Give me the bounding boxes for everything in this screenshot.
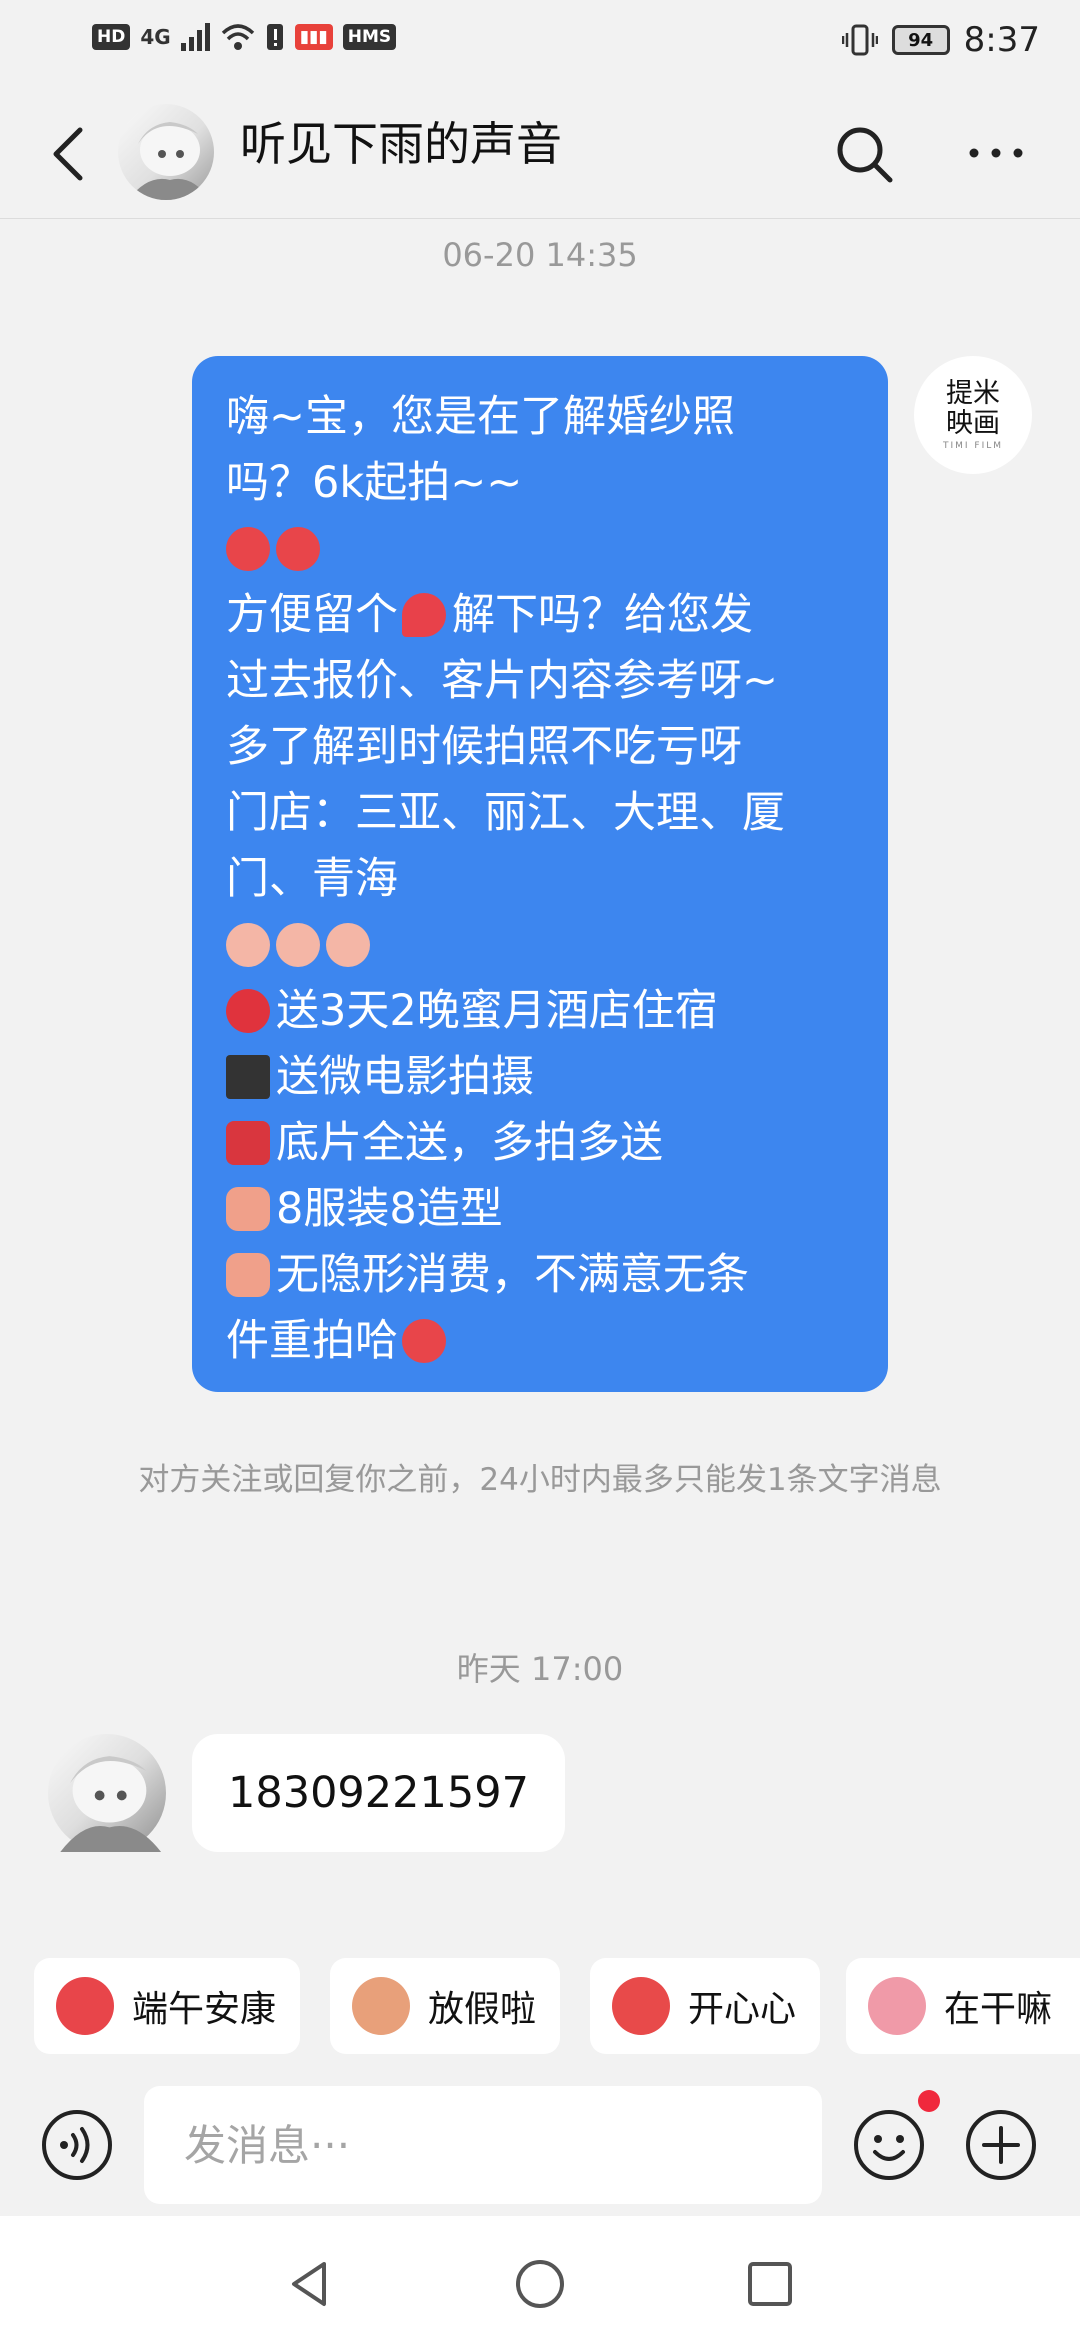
message-fragment: 件重拍哈 [226,1316,398,1366]
sent-message-bubble[interactable]: 嗨~宝，您是在了解婚纱照 吗？6k起拍~~ 方便留个 解下吗？给您发 过去报价、客… [192,356,888,1392]
emoji-icon[interactable] [852,2108,926,2182]
clap-emoji-icon [326,923,370,967]
message-line: 送3天2晚蜜月酒店住宿 [226,978,854,1044]
timestamp: 06-20 14:35 [442,236,638,274]
message-line: 多了解到时候拍照不吃亏呀 [226,722,742,772]
notification-dot [918,2090,940,2112]
received-message-bubble[interactable]: 18309221597 [192,1734,565,1852]
message-fragment: 无隐形消费，不满意无条 [276,1250,749,1300]
status-right: 94 8:37 [841,20,1040,60]
clock: 8:37 [963,20,1040,60]
search-icon[interactable] [832,122,896,186]
contact-name: 听见下雨的声音 [240,117,562,171]
battery-indicator: 94 [891,25,950,55]
avatar-figure-icon [60,1756,162,1852]
shop-avatar[interactable]: 提米 映画 TIMI FILM [914,356,1032,474]
sticker-label: 端午安康 [132,1989,277,2030]
hd-badge: HD [92,24,131,50]
shop-logo-line: 映画 [946,408,1000,439]
peach-emoji-icon [226,527,270,571]
message-line: 送微电影拍摄 [226,1044,854,1110]
sticker-label: 在干嘛 [944,1989,1053,2030]
thumbs-up-emoji-icon [226,1253,270,1297]
chat-bubble-emoji-icon [402,593,446,637]
message-line: 嗨~宝，您是在了解婚纱照 [226,392,736,442]
sticker-chip[interactable]: 放假啦 [330,1958,561,2054]
more-icon[interactable] [964,128,1028,178]
network-type: 4G [140,25,171,49]
contact-avatar[interactable] [118,104,214,200]
message-fragment: 送3天2晚蜜月酒店住宿 [276,986,718,1036]
input-bar [0,2086,1080,2216]
message-line: 件重拍哈 [226,1308,854,1374]
sticker-suggestions: 端午安康 放假啦 开心心 在干嘛 [0,1922,1080,2102]
message-line: 方便留个 解下吗？给您发 [226,582,854,648]
hms-badge: HMS [342,24,397,50]
status-bar: HD 4G ▮▮▮ HMS 94 8:37 [0,0,1080,88]
sticker-label: 放假啦 [428,1989,537,2030]
camera-emoji-icon [226,1121,270,1165]
magnifier-sticker-icon [868,1977,926,2035]
message-line: 底片全送，多拍多送 [226,1110,854,1176]
nav-back-icon[interactable] [280,2254,340,2314]
message-line: 吗？6k起拍~~ [226,458,523,508]
sticker-chip[interactable]: 开心心 [590,1958,821,2054]
avatar-figure-icon [128,122,210,200]
message-fragment: 底片全送，多拍多送 [276,1118,663,1168]
message-fragment: 解下吗？给您发 [452,590,753,640]
system-notice: 对方关注或回复你之前，24小时内最多只能发1条文字消息 [138,1462,942,1498]
message-fragment: 送微电影拍摄 [276,1052,534,1102]
message-line: 8服装8造型 [226,1176,854,1242]
clapper-board-emoji-icon [226,1055,270,1099]
nav-home-icon[interactable] [510,2254,570,2314]
system-nav-bar [0,2216,1080,2340]
message-line: 门、青海 [226,854,398,904]
shop-logo-line: 提米 [946,378,1000,409]
message-input[interactable] [144,2086,822,2204]
sticker-label: 开心心 [688,1989,797,2030]
vibrate-icon [841,24,878,56]
my-avatar[interactable] [48,1734,166,1852]
wifi-icon [221,24,254,50]
chat-header: 听见下雨的声音 [0,88,1080,219]
emoji-row [226,516,854,582]
message-fragment: 方便留个 [226,590,398,640]
pin-emoji-icon [226,989,270,1033]
message-line: 无隐形消费，不满意无条 [226,1242,854,1308]
status-left: HD 4G ▮▮▮ HMS [92,22,397,52]
thumbs-up-emoji-icon [226,1187,270,1231]
heart-sticker-icon [612,1977,670,2035]
clap-emoji-icon [276,923,320,967]
timestamp: 昨天 17:00 [456,1650,624,1688]
shop-logo-sub: TIMI FILM [942,441,1004,451]
shop-logo: 提米 映画 [946,379,1000,439]
sticker-chip[interactable]: 在干嘛 [846,1958,1080,2054]
back-arrow-icon[interactable] [44,124,94,184]
emoji-row [226,912,854,978]
add-icon[interactable] [964,2108,1038,2182]
voice-icon[interactable] [40,2108,114,2182]
signal-icon [180,23,210,51]
clap-emoji-icon [226,923,270,967]
sunglasses-sticker-icon [352,1977,410,2035]
peach-emoji-icon [402,1319,446,1363]
sticker-chip[interactable]: 端午安康 [34,1958,301,2054]
red-app-badge: ▮▮▮ [294,24,333,50]
peach-sticker-icon [56,1977,114,2035]
message-line: 过去报价、客片内容参考呀~ [226,656,779,706]
message-fragment: 8服装8造型 [276,1184,503,1234]
peach-emoji-icon [276,527,320,571]
alert-icon [266,24,283,50]
message-line: 门店：三亚、丽江、大理、厦 [226,788,785,838]
nav-recents-icon[interactable] [740,2254,800,2314]
